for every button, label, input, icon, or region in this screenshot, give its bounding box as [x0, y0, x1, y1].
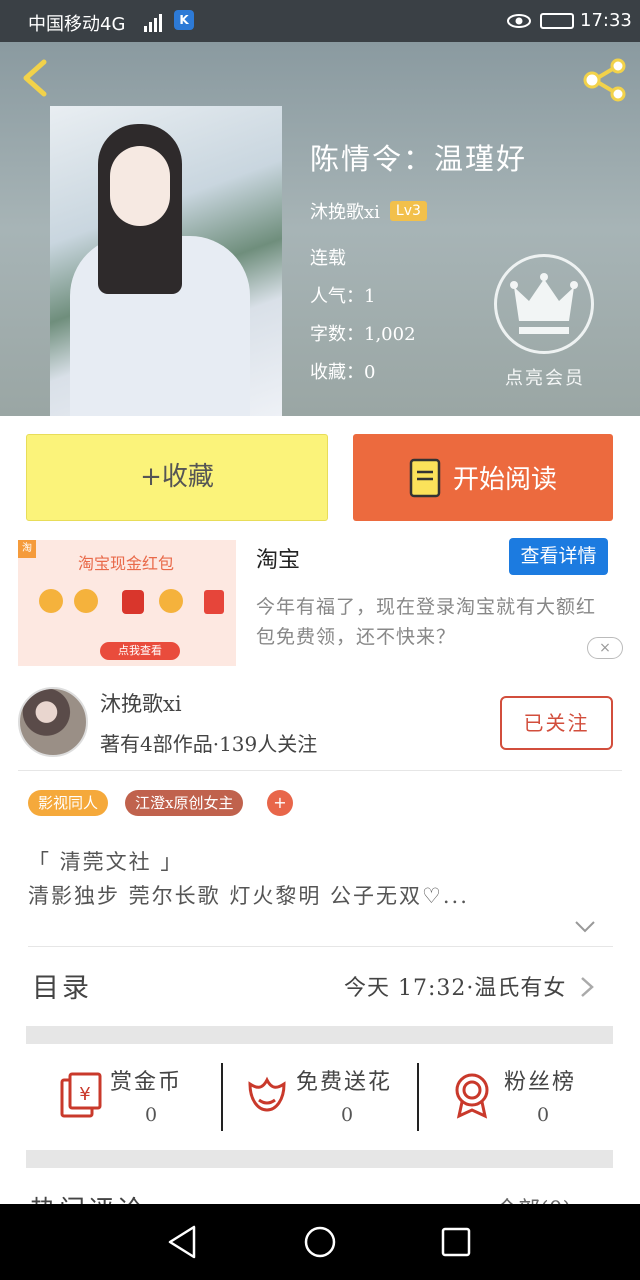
fan-ranking-value: 0 — [536, 1104, 550, 1126]
reward-coins-button[interactable]: ¥ 赏金币 0 — [56, 1060, 216, 1140]
free-flowers-value: 0 — [340, 1104, 354, 1126]
book-status: 连载 — [310, 248, 346, 269]
add-tag-button[interactable]: + — [267, 790, 293, 816]
book-icon — [409, 458, 441, 497]
book-title: 陈情令：温瑾好 — [310, 142, 528, 176]
eye-comfort-icon — [507, 14, 531, 28]
ad-image-title: 淘宝现金红包 — [78, 554, 175, 573]
nav-home-icon[interactable] — [303, 1225, 337, 1259]
tag-chip[interactable]: 影视同人 — [28, 790, 109, 816]
book-popularity: 人气：1 — [310, 286, 376, 307]
red-envelope-yen-icon: ¥ — [60, 1072, 102, 1118]
battery-icon — [540, 13, 574, 29]
free-flowers-button[interactable]: 免费送花 0 — [242, 1060, 412, 1140]
flower-icon — [248, 1076, 286, 1112]
coins-icon — [39, 589, 224, 614]
start-reading-label: 开始阅读 — [452, 465, 557, 495]
author-level-badge: Lv3 — [389, 201, 427, 221]
intro-line-1: 「 清莞文社 」 — [28, 850, 184, 874]
ad-title: 淘宝 — [256, 548, 301, 573]
nav-recents-icon[interactable] — [440, 1226, 472, 1258]
signal-icon — [144, 14, 162, 32]
share-icon[interactable] — [580, 58, 630, 102]
medal-icon — [455, 1073, 489, 1119]
author-avatar[interactable] — [18, 687, 88, 757]
book-author[interactable]: 沐挽歌xi — [310, 198, 380, 224]
add-to-favorites-button[interactable]: +收藏 — [26, 434, 328, 521]
section-separator — [26, 1150, 613, 1168]
back-arrow-icon[interactable] — [16, 58, 56, 98]
book-author-line: 沐挽歌xi Lv3 — [310, 198, 427, 224]
book-header: 陈情令：温瑾好 沐挽歌xi Lv3 连载 人气：1 字数：1,002 收藏：0 … — [0, 42, 640, 416]
reward-coins-value: 0 — [144, 1104, 158, 1126]
section-separator — [26, 1026, 613, 1044]
crown-icon — [510, 273, 578, 334]
toc-label[interactable]: 目录 — [32, 966, 92, 1005]
status-time: 17:33 — [580, 10, 632, 31]
nav-back-icon[interactable] — [166, 1224, 200, 1260]
tag-chip[interactable]: 江澄x原创女主 — [125, 790, 244, 816]
divider — [18, 770, 622, 771]
ad-detail-button[interactable]: 查看详情 — [509, 538, 608, 575]
stat-separator — [417, 1063, 419, 1131]
divider — [28, 946, 613, 947]
book-favorites: 收藏：0 — [310, 362, 376, 383]
fan-ranking-button[interactable]: 粉丝榜 0 — [450, 1060, 610, 1140]
svg-text:¥: ¥ — [79, 1084, 90, 1105]
start-reading-button[interactable]: 开始阅读 — [353, 434, 613, 521]
carrier-label: 中国移动4G — [28, 14, 126, 35]
stat-separator — [221, 1063, 223, 1131]
fan-ranking-label: 粉丝榜 — [504, 1070, 577, 1095]
vip-button[interactable] — [494, 254, 594, 354]
book-cover-image — [50, 106, 282, 416]
status-bar: 中国移动4G K 17:33 — [0, 0, 640, 42]
ad-banner-image[interactable]: 淘 淘宝现金红包 点我查看 — [18, 540, 236, 666]
ad-image-button: 点我查看 — [100, 642, 180, 660]
ad-description: 今年有福了，现在登录淘宝就有大额红包免费领，还不快来？ — [256, 596, 597, 648]
app-notification-icon: K — [174, 10, 194, 30]
follow-button[interactable]: 已关注 — [500, 696, 613, 750]
chevron-right-icon[interactable] — [580, 976, 594, 998]
author-stats: 著有4部作品·139人关注 — [100, 732, 318, 756]
book-word-count: 字数：1,002 — [310, 324, 416, 345]
author-name[interactable]: 沐挽歌xi — [100, 688, 182, 718]
system-nav-bar — [0, 1204, 640, 1280]
toc-latest-chapter[interactable]: 今天 17:32·温氏有女 — [344, 970, 566, 1002]
ad-close-icon[interactable]: × — [587, 637, 623, 659]
free-flowers-label: 免费送花 — [296, 1070, 393, 1095]
reward-coins-label: 赏金币 — [110, 1070, 183, 1095]
vip-label: 点亮会员 — [505, 368, 585, 389]
intro-line-2: 清影独步 莞尔长歌 灯火黎明 公子无双♡... — [28, 884, 469, 908]
taobao-logo-icon: 淘 — [18, 540, 36, 558]
expand-chevron-icon[interactable] — [574, 920, 596, 934]
